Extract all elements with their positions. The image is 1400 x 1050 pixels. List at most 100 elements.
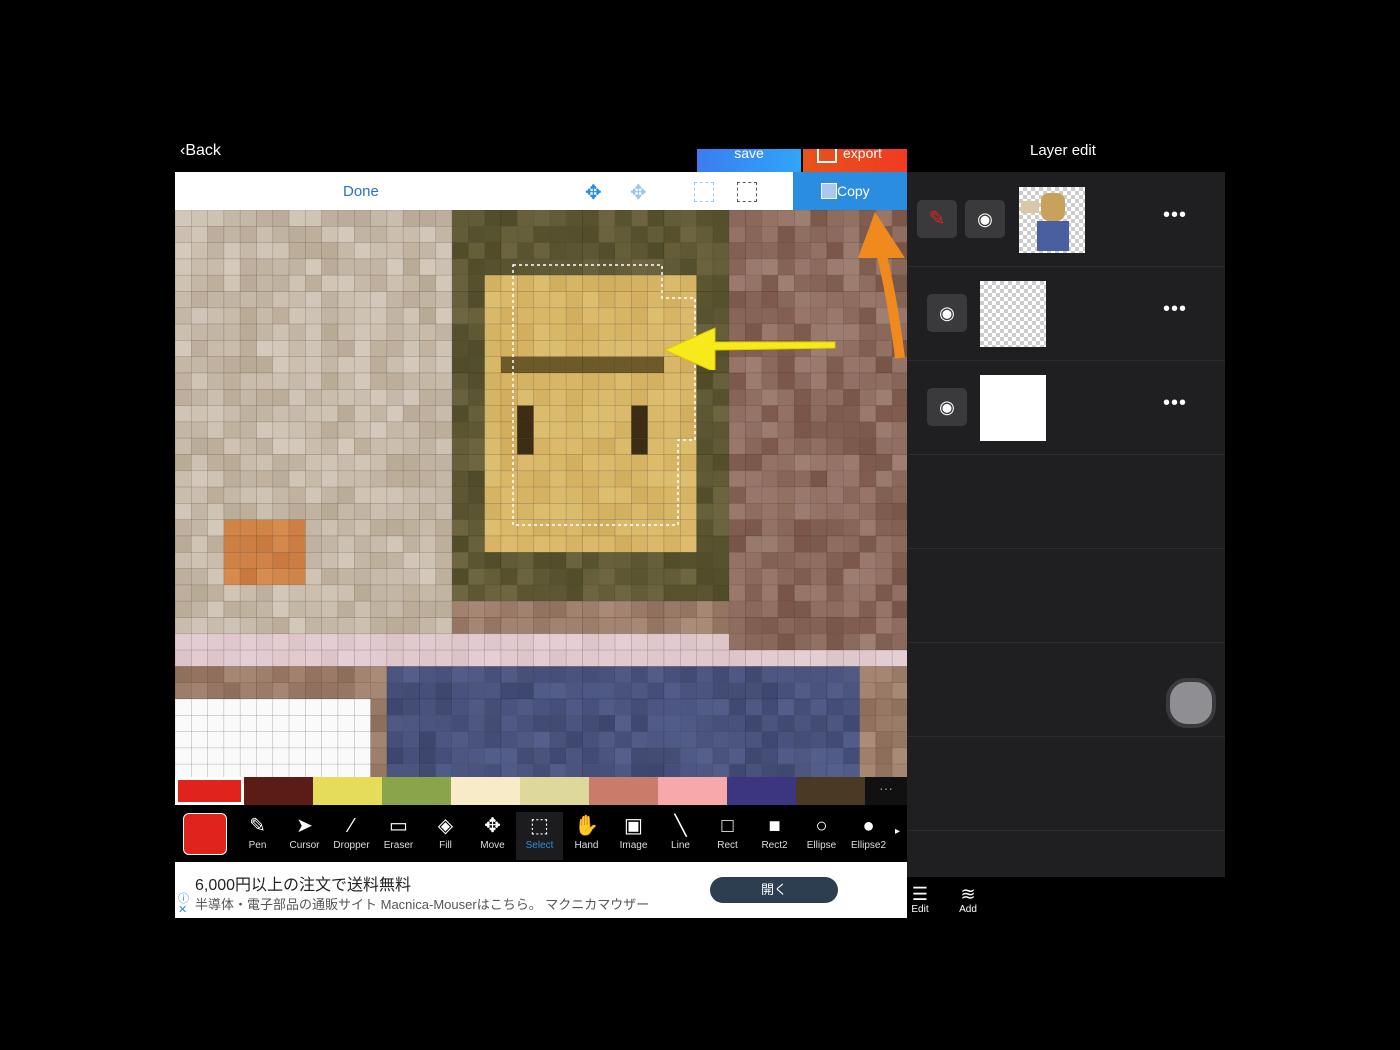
pixel-cell[interactable] (435, 242, 453, 260)
pixel-cell[interactable] (777, 649, 795, 667)
pixel-cell[interactable] (451, 503, 469, 520)
pixel-cell[interactable] (223, 225, 241, 243)
pixel-cell[interactable] (533, 323, 551, 341)
pixel-cell[interactable] (598, 274, 616, 292)
pixel-cell[interactable] (810, 731, 828, 749)
pixel-cell[interactable] (614, 389, 632, 406)
pixel-cell[interactable] (891, 437, 907, 455)
pixel-cell[interactable] (223, 714, 241, 732)
pixel-cell[interactable] (679, 763, 697, 777)
pixel-cell[interactable] (614, 242, 632, 260)
pixel-cell[interactable] (549, 307, 567, 325)
pixel-cell[interactable] (451, 340, 469, 357)
pixel-cell[interactable] (794, 372, 812, 390)
pixel-cell[interactable] (712, 666, 730, 683)
pixel-cell[interactable] (288, 503, 306, 520)
pixel-cell[interactable] (826, 633, 844, 651)
pixel-cell[interactable] (516, 291, 534, 309)
pixel-cell[interactable] (386, 584, 404, 602)
pixel-cell[interactable] (305, 486, 322, 504)
pixel-cell[interactable] (794, 747, 812, 765)
pixel-cell[interactable] (582, 551, 600, 569)
pixel-cell[interactable] (239, 763, 257, 777)
pixel-cell[interactable] (239, 470, 257, 488)
pixel-cell[interactable] (419, 242, 437, 260)
pixel-cell[interactable] (321, 210, 339, 227)
pixel-cell[interactable] (549, 551, 567, 569)
pixel-cell[interactable] (712, 470, 730, 488)
tool-fill[interactable]: ◈ Fill (422, 812, 469, 860)
pixel-cell[interactable] (354, 421, 371, 439)
palette-swatch[interactable] (451, 777, 520, 805)
pixel-cell[interactable] (354, 225, 371, 243)
pixel-cell[interactable] (761, 568, 779, 586)
pixel-cell[interactable] (484, 389, 502, 406)
pixel-cell[interactable] (239, 666, 257, 683)
pixel-cell[interactable] (500, 242, 518, 260)
palette-swatch[interactable] (244, 777, 313, 805)
pixel-cell[interactable] (859, 486, 877, 504)
pixel-cell[interactable] (696, 682, 714, 700)
pixel-cell[interactable] (745, 551, 763, 569)
tab-add[interactable]: ≋ Add (952, 884, 984, 915)
pixel-cell[interactable] (582, 258, 600, 276)
pixel-cell[interactable] (679, 503, 697, 520)
pixel-cell[interactable] (337, 340, 355, 357)
pixel-cell[interactable] (859, 535, 877, 553)
pixel-cell[interactable] (207, 242, 225, 260)
pixel-cell[interactable] (256, 763, 274, 777)
pixel-cell[interactable] (321, 666, 339, 683)
pixel-cell[interactable] (468, 307, 485, 325)
pixel-cell[interactable] (484, 584, 502, 602)
pixel-cell[interactable] (582, 747, 600, 765)
pixel-cell[interactable] (712, 731, 730, 749)
pixel-cell[interactable] (891, 698, 907, 716)
pixel-cell[interactable] (631, 503, 648, 520)
pixel-cell[interactable] (207, 617, 225, 635)
pixel-cell[interactable] (370, 486, 388, 504)
pixel-cell[interactable] (859, 584, 877, 602)
pixel-cell[interactable] (321, 731, 339, 749)
pixel-cell[interactable] (256, 258, 274, 276)
pixel-cell[interactable] (435, 551, 453, 569)
pixel-cell[interactable] (679, 454, 697, 472)
pixel-cell[interactable] (500, 307, 518, 325)
pixel-cell[interactable] (728, 535, 746, 553)
pixel-cell[interactable] (516, 731, 534, 749)
pixel-cell[interactable] (305, 519, 322, 537)
pixel-cell[interactable] (402, 682, 420, 700)
pixel-cell[interactable] (598, 503, 616, 520)
pixel-cell[interactable] (256, 405, 274, 423)
pixel-cell[interactable] (859, 454, 877, 472)
pixel-cell[interactable] (435, 747, 453, 765)
pixel-cell[interactable] (288, 242, 306, 260)
pixel-cell[interactable] (728, 633, 746, 651)
pixel-cell[interactable] (891, 551, 907, 569)
pixel-cell[interactable] (516, 437, 534, 455)
pixel-cell[interactable] (516, 763, 534, 777)
pixel-cell[interactable] (761, 600, 779, 618)
pixel-cell[interactable] (712, 714, 730, 732)
pixel-cell[interactable] (207, 551, 225, 569)
pixel-cell[interactable] (696, 437, 714, 455)
done-button[interactable]: Done (343, 183, 379, 200)
pixel-cell[interactable] (484, 454, 502, 472)
pixel-cell[interactable] (761, 405, 779, 423)
pixel-cell[interactable] (647, 617, 665, 635)
pixel-cell[interactable] (679, 584, 697, 602)
pixel-cell[interactable] (647, 503, 665, 520)
pixel-cell[interactable] (549, 714, 567, 732)
pixel-cell[interactable] (223, 633, 241, 651)
pixel-cell[interactable] (223, 340, 241, 357)
pixel-cell[interactable] (175, 274, 192, 292)
layer-visibility-eye-icon[interactable]: ◉ (965, 200, 1005, 238)
pixel-cell[interactable] (354, 323, 371, 341)
pixel-cell[interactable] (826, 535, 844, 553)
pixel-cell[interactable] (370, 698, 388, 716)
pixel-cell[interactable] (582, 225, 600, 243)
pixel-cell[interactable] (256, 372, 274, 390)
pixel-cell[interactable] (728, 747, 746, 765)
pixel-cell[interactable] (728, 731, 746, 749)
pixel-cell[interactable] (484, 714, 502, 732)
pixel-cell[interactable] (288, 421, 306, 439)
